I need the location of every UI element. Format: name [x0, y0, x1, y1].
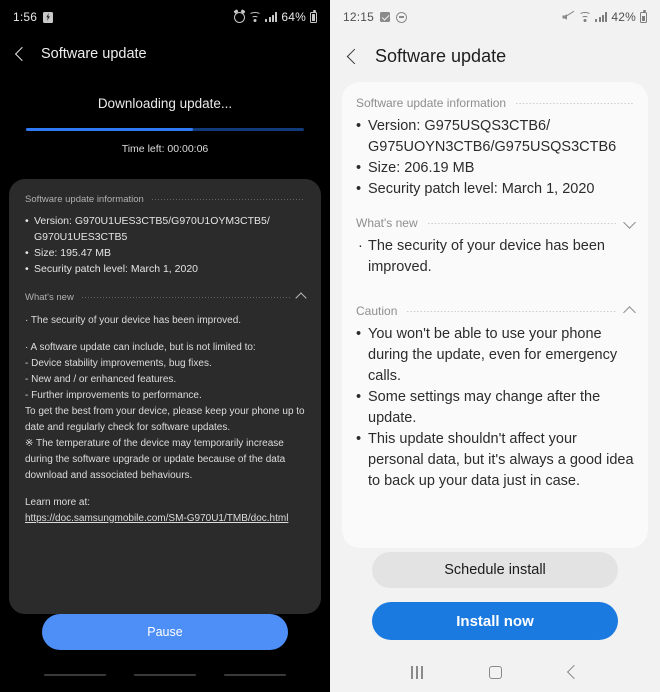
left-app-bar: Software update [0, 34, 330, 74]
check-square-icon [380, 12, 391, 22]
left-nav-bar [0, 664, 330, 692]
status-bar-right: 64% [234, 9, 317, 24]
list-item: Version: G975USQS3CTB6/ [356, 116, 634, 137]
action-buttons: Schedule install Install now [330, 548, 660, 652]
list-item: You won't be able to use your phone duri… [356, 324, 634, 387]
alarm-icon [234, 11, 246, 23]
signal-icon [265, 12, 278, 22]
list-item: Security patch level: March 1, 2020 [356, 179, 634, 200]
whats-new-paragraph-2: · A software update can include, but is … [25, 341, 305, 481]
section-header-caution[interactable]: Caution [356, 304, 636, 319]
pause-button-wrap: Pause [0, 614, 330, 664]
chevron-down-icon[interactable] [623, 215, 636, 229]
section-title: Software update information [25, 193, 144, 205]
dotted-divider [515, 102, 634, 104]
status-time: 1:56 [13, 10, 38, 24]
right-app-bar: Software update [330, 34, 660, 78]
left-update-info-card: Software update information Version: G97… [9, 178, 321, 614]
learn-more-label: Learn more at: [25, 496, 91, 508]
section-title: Software update information [356, 96, 507, 110]
list-item: Security patch level: March 1, 2020 [25, 261, 305, 278]
dotted-divider [426, 222, 616, 224]
signal-icon [595, 12, 608, 22]
page-title: Software update [375, 45, 507, 66]
back-icon[interactable] [14, 46, 30, 62]
back-icon[interactable] [346, 48, 363, 64]
nav-pill-back[interactable] [224, 673, 286, 677]
status-bar-left: 12:15 [343, 10, 408, 24]
whats-new-paragraph-1: · The security of your device has been i… [25, 314, 242, 326]
list-item: Size: 195.47 MB [25, 245, 305, 262]
time-left-label: Time left: 00:00:06 [121, 142, 209, 155]
left-status-bar: 1:56 64% [0, 0, 330, 34]
list-item: G970U1UES3CTB5 [34, 230, 128, 243]
nav-pill-recents[interactable] [44, 673, 106, 677]
bolt-badge-icon [43, 11, 54, 23]
battery-icon [640, 9, 647, 23]
mute-icon [562, 10, 576, 23]
section-title: What's new [25, 291, 74, 303]
list-item: Size: 206.19 MB [356, 158, 634, 179]
battery-percent-label: 42% [611, 10, 636, 24]
do-not-disturb-icon [396, 11, 408, 23]
list-item: Some settings may change after the updat… [356, 387, 634, 429]
schedule-install-button[interactable]: Schedule install [372, 552, 618, 588]
status-time: 12:15 [343, 10, 375, 24]
right-nav-bar [330, 652, 660, 692]
doc-link[interactable]: https://doc.samsungmobile.com/SM-G970U1/… [25, 513, 288, 524]
downloading-label: Downloading update... [97, 96, 233, 111]
dotted-divider [406, 310, 616, 312]
recents-icon[interactable] [411, 665, 423, 679]
chevron-up-icon[interactable] [623, 305, 636, 319]
list-item: Version: G970U1UES3CTB5/G970U1OYM3CTB5/ [25, 213, 305, 230]
dotted-divider [80, 296, 290, 298]
section-header-whats-new[interactable]: What's new [25, 291, 307, 304]
nav-pill-home[interactable] [134, 673, 196, 677]
install-now-button[interactable]: Install now [372, 602, 618, 640]
page-title: Software update [41, 46, 147, 62]
section-header-software-update-information: Software update information [356, 96, 634, 110]
list-item: G975UOYN3CTB6/G975USQS3CTB6 [368, 139, 617, 156]
status-bar-left: 1:56 [13, 10, 54, 24]
battery-percent-label: 64% [281, 10, 306, 24]
home-icon[interactable] [489, 665, 503, 679]
section-title: Caution [356, 304, 398, 319]
chevron-up-icon[interactable] [295, 292, 307, 304]
dotted-divider [150, 198, 305, 200]
section-header-software-update-information: Software update information [25, 194, 305, 205]
download-status-block: Downloading update... Time left: 00:00:0… [0, 74, 330, 155]
section-title: What's new [356, 216, 418, 231]
wifi-icon [579, 12, 592, 22]
right-status-bar: 12:15 42% [330, 0, 660, 34]
right-phone-screen: 12:15 42% Software update Software updat… [330, 0, 660, 692]
battery-icon [310, 9, 317, 23]
list-item: This update shouldn't affect your person… [356, 429, 634, 492]
right-update-info-card: Software update information Version: G97… [342, 82, 648, 548]
download-progress-bar [26, 128, 304, 131]
wifi-icon [249, 12, 262, 22]
back-icon[interactable] [566, 664, 581, 680]
update-info-list: Version: G970U1UES3CTB5/G970U1OYM3CTB5/ … [25, 213, 305, 278]
whats-new-body: The security of your device has been imp… [356, 236, 634, 278]
update-info-list: Version: G975USQS3CTB6/ G975UOYN3CTB6/G9… [356, 116, 634, 200]
whats-new-body: · The security of your device has been i… [25, 313, 305, 527]
section-header-whats-new[interactable]: What's new [356, 215, 636, 231]
dual-screenshot-comparison: 1:56 64% Software update Downloading upd… [0, 0, 660, 692]
progress-fill [26, 128, 193, 131]
left-phone-screen: 1:56 64% Software update Downloading upd… [0, 0, 330, 692]
pause-button[interactable]: Pause [42, 614, 288, 650]
status-bar-right: 42% [562, 9, 647, 24]
caution-list: You won't be able to use your phone duri… [356, 324, 634, 492]
